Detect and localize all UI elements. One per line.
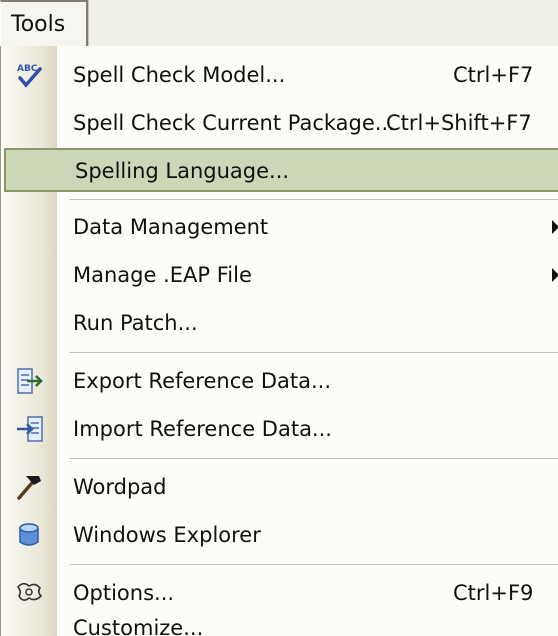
menu-item-label: Spell Check Model... <box>73 63 286 87</box>
menu-item-label: Windows Explorer <box>73 523 261 547</box>
menu-item-shortcut: Ctrl+F9 <box>453 581 534 605</box>
menu-separator <box>69 564 558 566</box>
menu-item-label: Wordpad <box>73 475 167 499</box>
tools-menu-label: Tools <box>11 12 66 37</box>
menu-bar-empty-area <box>88 0 558 46</box>
menu-separator <box>69 458 558 460</box>
menu-item-label: Import Reference Data... <box>73 417 332 441</box>
menu-item-data-management[interactable]: Data Management <box>1 204 558 252</box>
menu-item-options[interactable]: Options... Ctrl+F9 <box>1 570 558 618</box>
menu-item-shortcut: Ctrl+Shift+F7 <box>386 111 532 135</box>
menu-item-import-reference-data[interactable]: Import Reference Data... <box>1 406 558 454</box>
menu-item-label: Run Patch... <box>73 311 198 335</box>
explorer-icon <box>15 520 45 550</box>
menu-item-label: Customize... <box>73 618 204 636</box>
menu-item-manage-eap-file[interactable]: Manage .EAP File <box>1 252 558 300</box>
menu-item-spelling-language[interactable]: Spelling Language... <box>4 148 558 192</box>
menu-item-export-reference-data[interactable]: Export Reference Data... <box>1 358 558 406</box>
menu-bar: Tools <box>0 0 558 46</box>
menu-item-label: Spell Check Current Package... <box>73 111 395 135</box>
export-data-icon <box>15 366 45 396</box>
menu-separator <box>69 352 558 354</box>
menu-item-windows-explorer[interactable]: Windows Explorer <box>1 512 558 560</box>
submenu-arrow-icon <box>552 268 558 282</box>
menu-item-run-patch[interactable]: Run Patch... <box>1 300 558 348</box>
menu-item-label: Manage .EAP File <box>73 263 252 287</box>
menu-item-wordpad[interactable]: Wordpad <box>1 464 558 512</box>
hammer-icon <box>15 472 45 502</box>
menu-item-shortcut: Ctrl+F7 <box>453 63 534 87</box>
spell-check-icon: ABC <box>15 60 45 90</box>
menu-separator <box>69 199 558 201</box>
menu-item-label: Data Management <box>73 215 269 239</box>
submenu-arrow-icon <box>552 220 558 234</box>
tools-dropdown-menu: ABC Spell Check Model... Ctrl+F7 Spell C… <box>0 46 558 636</box>
menu-item-customize[interactable]: Customize... <box>1 618 558 636</box>
menu-item-spell-check-current-package[interactable]: Spell Check Current Package... Ctrl+Shif… <box>1 100 558 148</box>
options-icon <box>15 578 45 608</box>
menu-item-label: Export Reference Data... <box>73 369 332 393</box>
import-data-icon <box>15 414 45 444</box>
menu-item-spell-check-model[interactable]: ABC Spell Check Model... Ctrl+F7 <box>1 52 558 100</box>
tools-menu-button[interactable]: Tools <box>0 0 88 46</box>
menu-item-label: Options... <box>73 581 175 605</box>
menu-item-label: Spelling Language... <box>75 159 290 183</box>
